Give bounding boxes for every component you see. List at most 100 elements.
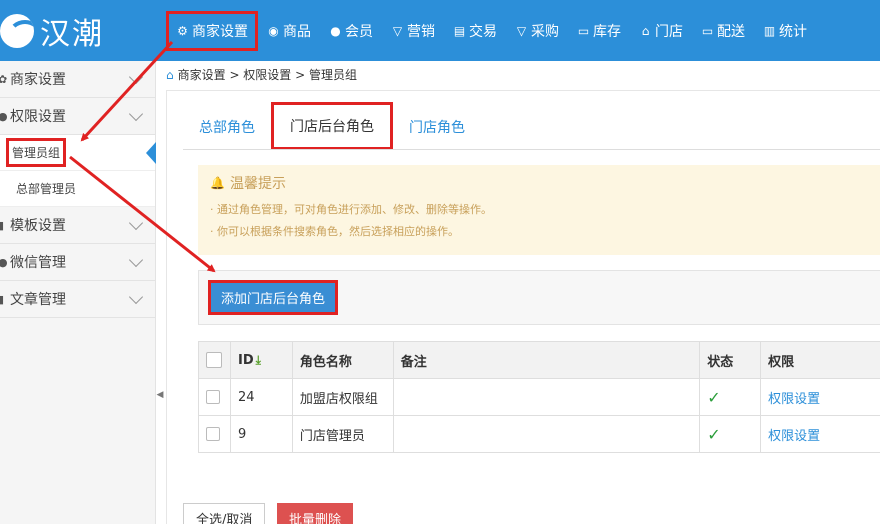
row-checkbox[interactable] <box>206 427 220 441</box>
tip-title-text: 温馨提示 <box>229 176 286 192</box>
breadcrumb-path: 商家设置 > 权限设置 > 管理员组 <box>177 68 357 82</box>
nav-label: 采购 <box>531 23 559 40</box>
cell-role-name: 加盟店权限组 <box>291 378 394 416</box>
column-role-name: 角色名称 <box>291 341 394 379</box>
sidebar-group-wechat[interactable]: ● 微信管理 <box>0 244 155 281</box>
cell-role-name: 门店管理员 <box>291 415 394 453</box>
breadcrumb: ⌂ 商家设置 > 权限设置 > 管理员组 <box>166 66 357 83</box>
logo-icon <box>0 13 34 48</box>
wechat-icon: ● <box>0 255 8 269</box>
nav-item-store[interactable]: ⌂ 门店 <box>630 11 692 51</box>
column-permission: 权限 <box>760 341 880 379</box>
cell-permission: 权限设置 <box>760 378 880 416</box>
tab-store-roles[interactable]: 门店角色 <box>393 104 481 150</box>
store-icon: ⌂ <box>641 23 650 38</box>
logo-text: 汉潮 <box>40 16 104 52</box>
table-header-row: ID ⤓ 角色名称 备注 状态 权限 <box>198 341 880 379</box>
nav-item-inventory[interactable]: ▭ 库存 <box>568 11 630 51</box>
chevron-down-icon <box>128 106 144 122</box>
nav-label: 库存 <box>593 23 621 40</box>
cell-id: 24 <box>229 378 293 416</box>
nav-item-trade[interactable]: ▤ 交易 <box>444 11 506 51</box>
chevron-down-icon <box>128 215 144 231</box>
chevron-down-icon <box>128 289 144 305</box>
column-id-label: ID <box>237 352 254 368</box>
user-icon: ● <box>330 23 341 38</box>
tab-store-backend-roles[interactable]: 门店后台角色 <box>271 102 393 150</box>
tip-title: 🔔 温馨提示 <box>210 173 286 193</box>
nav-item-products[interactable]: ◉ 商品 <box>258 11 320 51</box>
nav-item-marketing[interactable]: ▽ 营销 <box>382 11 444 51</box>
row-select-cell <box>198 415 231 453</box>
nav-item-delivery[interactable]: ▭ 配送 <box>692 11 754 51</box>
top-bar: 汉潮 ⚙ 商家设置 ◉ 商品 ● 会员 ▽ 营销 ▤ 交易 ▽ 采购 ▭ 库存 <box>0 0 880 61</box>
select-all-checkbox[interactable] <box>206 352 222 368</box>
sidebar-item-label: 总部管理员 <box>16 182 77 196</box>
sidebar-group-articles[interactable]: ▮ 文章管理 <box>0 281 155 318</box>
nav-item-statistics[interactable]: ▥ 统计 <box>754 11 816 51</box>
sidebar-group-merchant-settings[interactable]: ✿ 商家设置 <box>0 61 155 98</box>
column-status: 状态 <box>699 341 762 379</box>
nav-label: 门店 <box>655 23 683 40</box>
nav-label: 交易 <box>469 23 497 40</box>
bar-chart-icon: ▥ <box>763 23 776 38</box>
permission-settings-link[interactable]: 权限设置 <box>768 429 820 444</box>
cell-id: 9 <box>229 415 293 453</box>
trophy-icon: ▽ <box>392 23 403 38</box>
column-id[interactable]: ID ⤓ <box>229 341 293 379</box>
cart-icon: ▽ <box>516 23 527 38</box>
warehouse-icon: ▭ <box>577 23 590 38</box>
cell-status: ✓ <box>699 415 762 453</box>
truck-icon: ▭ <box>701 23 714 38</box>
sort-down-icon[interactable]: ⤓ <box>256 353 261 367</box>
lock-icon: ● <box>0 109 8 123</box>
role-tabs: 总部角色 门店后台角色 门店角色 <box>183 102 481 150</box>
cell-status: ✓ <box>699 378 762 416</box>
active-pointer-icon <box>146 142 156 164</box>
sidebar-group-label: 文章管理 <box>10 292 66 308</box>
sidebar-collapse-handle[interactable]: ◀ <box>156 380 164 410</box>
nav-label: 营销 <box>407 23 435 40</box>
sidebar-group-label: 商家设置 <box>10 72 66 88</box>
tab-divider <box>183 149 880 150</box>
row-checkbox[interactable] <box>206 390 220 404</box>
bell-icon: 🔔 <box>210 176 225 190</box>
nav-label: 商家设置 <box>192 23 248 40</box>
sidebar-group-permission-settings[interactable]: ● 权限设置 <box>0 98 155 135</box>
sidebar-group-label: 模板设置 <box>10 218 66 234</box>
sidebar-item-hq-admin[interactable]: 总部管理员 <box>0 171 155 207</box>
sidebar-group-template-settings[interactable]: ▮ 模板设置 <box>0 207 155 244</box>
logo[interactable]: 汉潮 <box>0 0 156 61</box>
add-store-role-button[interactable]: 添加门店后台角色 <box>208 280 339 315</box>
permission-settings-link[interactable]: 权限设置 <box>768 392 820 407</box>
nav-label: 配送 <box>717 23 745 40</box>
receipt-icon: ▤ <box>453 23 466 38</box>
nav-item-merchant-settings[interactable]: ⚙ 商家设置 <box>166 10 258 51</box>
sidebar: ✿ 商家设置 ● 权限设置 管理员组 总部管理员 ▮ 模板设置 ● 微信管理 ▮… <box>0 61 156 524</box>
nav-item-purchase[interactable]: ▽ 采购 <box>506 11 568 51</box>
article-icon: ▮ <box>0 292 5 306</box>
tab-hq-roles[interactable]: 总部角色 <box>183 104 271 150</box>
select-all-cell <box>198 341 231 379</box>
roles-table: ID ⤓ 角色名称 备注 状态 权限 24 加盟店权限组 ✓ 权限设置 9 门店管… <box>198 341 880 453</box>
select-all-button[interactable]: 全选/取消 <box>183 503 266 524</box>
cell-remark <box>392 378 701 416</box>
check-icon: ✓ <box>707 424 721 444</box>
main-nav: ⚙ 商家设置 ◉ 商品 ● 会员 ▽ 营销 ▤ 交易 ▽ 采购 ▭ 库存 ⌂ 门 <box>166 0 816 61</box>
tip-line: · 通过角色管理，可对角色进行添加、修改、删除等操作。 <box>210 203 492 216</box>
column-remark: 备注 <box>392 341 701 379</box>
row-select-cell <box>198 378 231 416</box>
gear-icon: ⚙ <box>177 23 188 38</box>
sidebar-group-label: 权限设置 <box>10 109 66 125</box>
cell-remark <box>392 415 701 453</box>
cell-permission: 权限设置 <box>760 415 880 453</box>
batch-delete-button[interactable]: 批量删除 <box>277 503 354 524</box>
home-icon[interactable]: ⌂ <box>166 68 174 82</box>
sidebar-item-admin-group[interactable]: 管理员组 <box>0 135 156 171</box>
nav-label: 商品 <box>283 23 311 40</box>
nav-item-members[interactable]: ● 会员 <box>320 11 382 51</box>
nav-label: 会员 <box>345 23 373 40</box>
sidebar-item-label: 管理员组 <box>6 138 67 167</box>
nav-label: 统计 <box>779 23 807 40</box>
tip-line: · 你可以根据条件搜索角色，然后选择相应的操作。 <box>210 225 459 238</box>
